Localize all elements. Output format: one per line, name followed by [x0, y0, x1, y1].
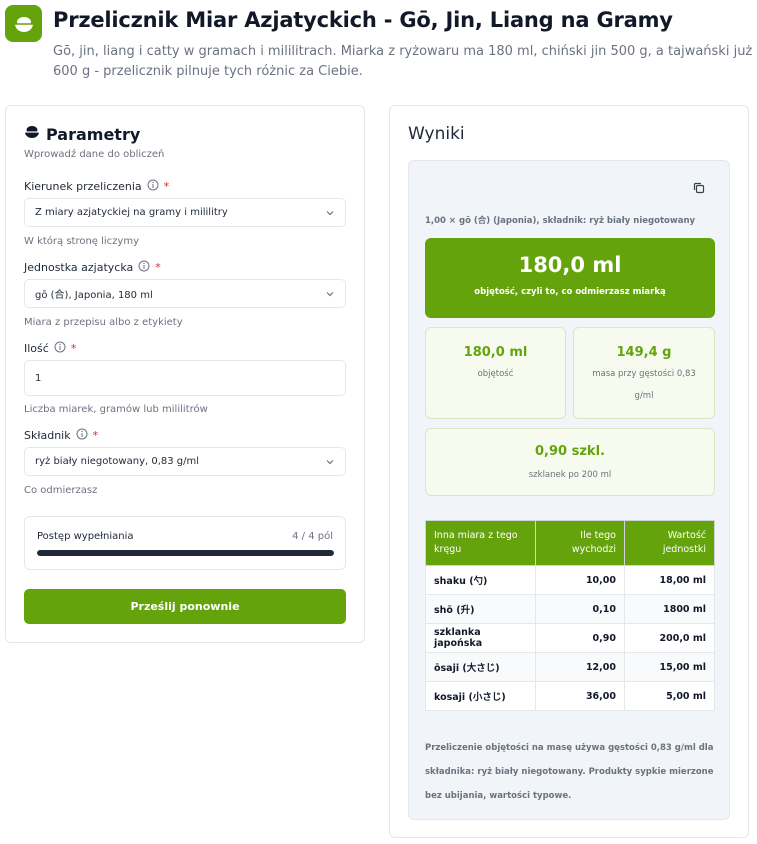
info-icon[interactable]	[54, 341, 66, 356]
table-cell: 12,00	[535, 652, 625, 682]
column-header: Inna miara z tego kręgu	[425, 520, 536, 566]
table-cell: shaku (勺)	[425, 565, 536, 595]
direction-select[interactable]: Z miary azjatyckiej na gramy i mililitry	[24, 198, 346, 227]
mass-tile: 149,4 g masa przy gęstości 0,83 g/ml	[573, 327, 715, 419]
table-row: szklanka japońska 0,90 200,0 ml	[425, 623, 715, 653]
hero-value: 180,0 ml	[518, 253, 622, 277]
unit-hint: Miara z przepisu albo z etykiety	[24, 317, 183, 328]
results-title: Wyniki	[408, 124, 465, 144]
amount-input-value: 1	[35, 372, 42, 384]
required-marker: *	[92, 429, 99, 442]
parameters-card: Parametry Wprowadź dane do obliczeń Kier…	[5, 105, 365, 643]
ingredient-select-value: ryż biały niegotowany, 0,83 g/ml	[35, 456, 200, 467]
ingredient-label-text: Składnik	[24, 429, 71, 442]
rice-bowl-icon	[5, 5, 42, 42]
chevron-down-icon	[326, 291, 334, 296]
table-cell: 0,90	[535, 623, 625, 653]
related-units-table: Inna miara z tego kręgu Ile tego wychodz…	[425, 520, 715, 711]
table-cell: 200,0 ml	[624, 623, 715, 653]
amount-input[interactable]: 1	[24, 360, 346, 396]
direction-hint: W którą stronę liczymy	[24, 236, 140, 247]
direction-select-value: Z miary azjatyckiej na gramy i mililitry	[35, 207, 228, 218]
ingredient-label: Składnik *	[24, 428, 98, 443]
ingredient-select[interactable]: ryż biały niegotowany, 0,83 g/ml	[24, 447, 346, 476]
parameters-subtitle: Wprowadź dane do obliczeń	[24, 149, 165, 160]
unit-select[interactable]: gō (合), Japonia, 180 ml	[24, 279, 346, 308]
tile-label: szklanek po 200 ml	[528, 470, 612, 480]
tile-label: objętość	[477, 369, 514, 379]
table-row: ōsaji (大さじ) 12,00 15,00 ml	[425, 652, 715, 682]
table-cell: ōsaji (大さじ)	[425, 652, 536, 682]
ingredient-hint: Co odmierzasz	[24, 485, 98, 496]
table-row: shaku (勺) 10,00 18,00 ml	[425, 565, 715, 595]
direction-label-text: Kierunek przeliczenia	[24, 180, 142, 193]
unit-label-text: Jednostka azjatycka	[24, 261, 134, 274]
unit-select-value: gō (合), Japonia, 180 ml	[35, 290, 153, 301]
tile-value: 180,0 ml	[463, 345, 528, 360]
page-title: Przelicznik Miar Azjatyckich - Gō, Jin, …	[53, 8, 673, 32]
volume-tile: 180,0 ml objętość	[425, 327, 566, 419]
copy-icon[interactable]	[692, 181, 706, 195]
tile-value: 149,4 g	[616, 345, 672, 360]
progress-label: Postęp wypełniania	[37, 531, 134, 542]
table-cell: 0,10	[535, 594, 625, 624]
info-icon[interactable]	[76, 428, 88, 443]
table-row: shō (升) 0,10 1800 ml	[425, 594, 715, 624]
table-cell: 1800 ml	[624, 594, 715, 624]
amount-label: Ilość *	[24, 341, 76, 356]
progress-track	[37, 550, 334, 556]
table-cell: shō (升)	[425, 594, 536, 624]
parameters-title: Parametry	[46, 124, 141, 144]
table-cell: kosaji (小さじ)	[425, 681, 536, 711]
results-panel: 1,00 × gō (合) (Japonia), składnik: ryż b…	[408, 160, 730, 820]
required-marker: *	[70, 342, 77, 355]
amount-label-text: Ilość	[24, 342, 49, 355]
hero-result: 180,0 ml objętość, czyli to, co odmierza…	[425, 238, 715, 318]
table-cell: 36,00	[535, 681, 625, 711]
info-icon[interactable]	[138, 260, 150, 275]
column-header: Wartość jednostki	[624, 520, 715, 566]
hero-label: objętość, czyli to, co odmierzasz miarką	[474, 287, 666, 297]
table-cell: 5,00 ml	[624, 681, 715, 711]
table-cell: 15,00 ml	[624, 652, 715, 682]
table-cell: 10,00	[535, 565, 625, 595]
fill-progress: Postęp wypełniania 4 / 4 pól	[24, 516, 346, 570]
table-cell: 18,00 ml	[624, 565, 715, 595]
density-footnote: Przeliczenie objętości na masę używa gęs…	[425, 743, 714, 801]
direction-label: Kierunek przeliczenia *	[24, 179, 169, 194]
parameters-heading: Parametry	[24, 124, 140, 144]
result-summary: 1,00 × gō (合) (Japonia), składnik: ryż b…	[425, 216, 696, 226]
table-row: kosaji (小さじ) 36,00 5,00 ml	[425, 681, 715, 711]
resubmit-button[interactable]: Prześlij ponownie	[24, 589, 346, 624]
unit-label: Jednostka azjatycka *	[24, 260, 161, 275]
chevron-down-icon	[326, 459, 334, 464]
progress-count: 4 / 4 pól	[292, 531, 333, 542]
chevron-down-icon	[326, 210, 334, 215]
rice-bowl-icon	[24, 124, 40, 144]
tile-label: masa przy gęstości 0,83 g/ml	[592, 369, 696, 401]
table-header-row: Inna miara z tego kręgu Ile tego wychodz…	[425, 520, 715, 566]
tile-value: 0,90 szkl.	[535, 444, 605, 459]
results-card: Wyniki 1,00 × gō (合) (Japonia), składnik…	[389, 105, 749, 838]
glasses-tile: 0,90 szkl. szklanek po 200 ml	[425, 428, 715, 496]
page-subtitle: Gō, jin, liang i catty w gramach i milil…	[53, 44, 753, 79]
column-header: Ile tego wychodzi	[535, 520, 625, 566]
required-marker: *	[163, 180, 170, 193]
amount-hint: Liczba miarek, gramów lub mililitrów	[24, 404, 208, 415]
progress-fill	[37, 550, 334, 556]
table-cell: szklanka japońska	[425, 623, 536, 653]
info-icon[interactable]	[147, 179, 159, 194]
required-marker: *	[155, 261, 161, 274]
